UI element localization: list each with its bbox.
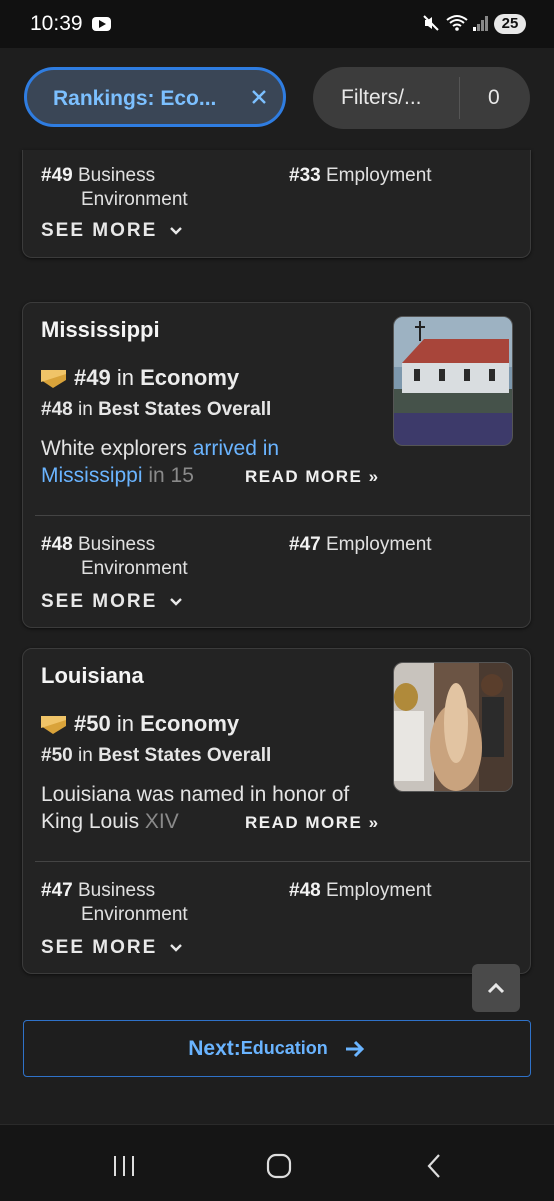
state-card-previous: #49 Business Environment #33 Employment … [22,150,531,258]
system-nav-bar [0,1124,554,1201]
chevron-up-icon [487,982,505,994]
see-more-button[interactable]: SEE MORE [41,937,183,959]
next-label: Education [240,1038,328,1058]
status-time: 10:39 [30,12,83,35]
state-card-louisiana[interactable]: Louisiana #50 in Economy #50 in Best Sta… [22,648,531,974]
close-icon[interactable] [245,83,273,111]
state-card-mississippi[interactable]: Mississippi #49 in Economy #48 in Best S… [22,302,531,628]
card-divider [35,861,530,862]
youtube-notification-icon [92,17,111,31]
employment-rank: #33 Employment [289,165,432,186]
rankings-filter-chip[interactable]: Rankings: Eco... [24,67,286,127]
employment-rank: #48 Employment [289,880,432,901]
business-environment-rank: #49 Business Environment [41,165,188,210]
next-prefix: Next: [188,1036,241,1060]
status-bar: 10:39 25 [0,0,554,48]
read-more-link[interactable]: READ MORE » [241,813,380,833]
overall-rank: #50 in Best States Overall [41,745,272,766]
filters-divider [459,77,460,119]
overall-rank: #48 in Best States Overall [41,399,272,420]
filters-count: 0 [488,86,500,109]
state-name[interactable]: Louisiana [41,663,144,689]
filters-chip[interactable]: Filters/... 0 [313,67,530,129]
economy-rank: #50 in Economy [41,711,239,737]
next-category-button[interactable]: Next: Education [23,1020,531,1077]
see-more-button[interactable]: SEE MORE [41,591,183,613]
business-environment-rank: #48 Business Environment [41,534,188,579]
scroll-to-top-button[interactable] [472,964,520,1012]
home-icon[interactable] [266,1153,292,1179]
wifi-icon [446,15,468,31]
state-name[interactable]: Mississippi [41,317,160,343]
card-divider [35,515,530,516]
battery-indicator: 25 [494,14,526,34]
employment-rank: #47 Employment [289,534,432,555]
mute-icon [423,15,439,31]
back-icon[interactable] [424,1153,444,1179]
state-image[interactable] [393,316,513,446]
medal-icon [41,716,66,734]
business-environment-rank: #47 Business Environment [41,880,188,925]
medal-icon [41,370,66,388]
read-more-link[interactable]: READ MORE » [241,467,380,487]
economy-rank: #49 in Economy [41,365,239,391]
chevron-down-icon [170,227,183,235]
rankings-chip-label: Rankings: Eco... [53,87,217,110]
chevron-down-icon [170,944,183,952]
arrow-right-icon [345,1040,364,1057]
signal-icon [473,16,488,31]
filters-chip-label: Filters/... [341,86,422,109]
state-image[interactable] [393,662,513,792]
chevron-down-icon [170,598,183,606]
see-more-button[interactable]: SEE MORE [41,220,183,242]
recents-icon[interactable] [112,1155,136,1177]
